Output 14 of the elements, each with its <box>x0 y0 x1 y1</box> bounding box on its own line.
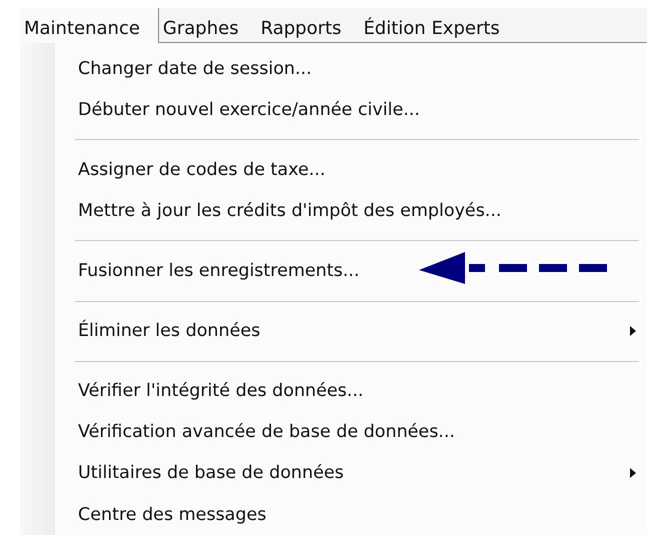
menu-item[interactable]: Vérifier l'intégrité des données... <box>55 370 647 412</box>
menu-item[interactable]: Mettre à jour les crédits d'impôt des employés... <box>55 190 647 232</box>
menu-item[interactable]: Fusionner les enregistrements... <box>55 250 647 292</box>
menu-tab[interactable]: Rapports <box>256 8 360 42</box>
menu-item[interactable]: Éliminer les données <box>55 310 647 352</box>
menu-item[interactable]: Vérification avancée de base de données... <box>55 412 647 453</box>
menu-item[interactable]: Changer date de session... <box>55 48 647 90</box>
menu-tab[interactable]: Maintenance <box>20 8 159 43</box>
menu-tab[interactable]: Graphes <box>158 8 257 42</box>
menu-item[interactable]: Utilitaires de base de données <box>55 452 647 494</box>
menu-item[interactable]: Assigner de codes de taxe... <box>55 149 647 190</box>
menu-item[interactable]: Débuter nouvel exercice/année civile... <box>55 89 647 130</box>
menu-tab[interactable]: Édition Experts <box>359 8 518 42</box>
menu-item[interactable]: Centre des messages <box>55 494 647 535</box>
